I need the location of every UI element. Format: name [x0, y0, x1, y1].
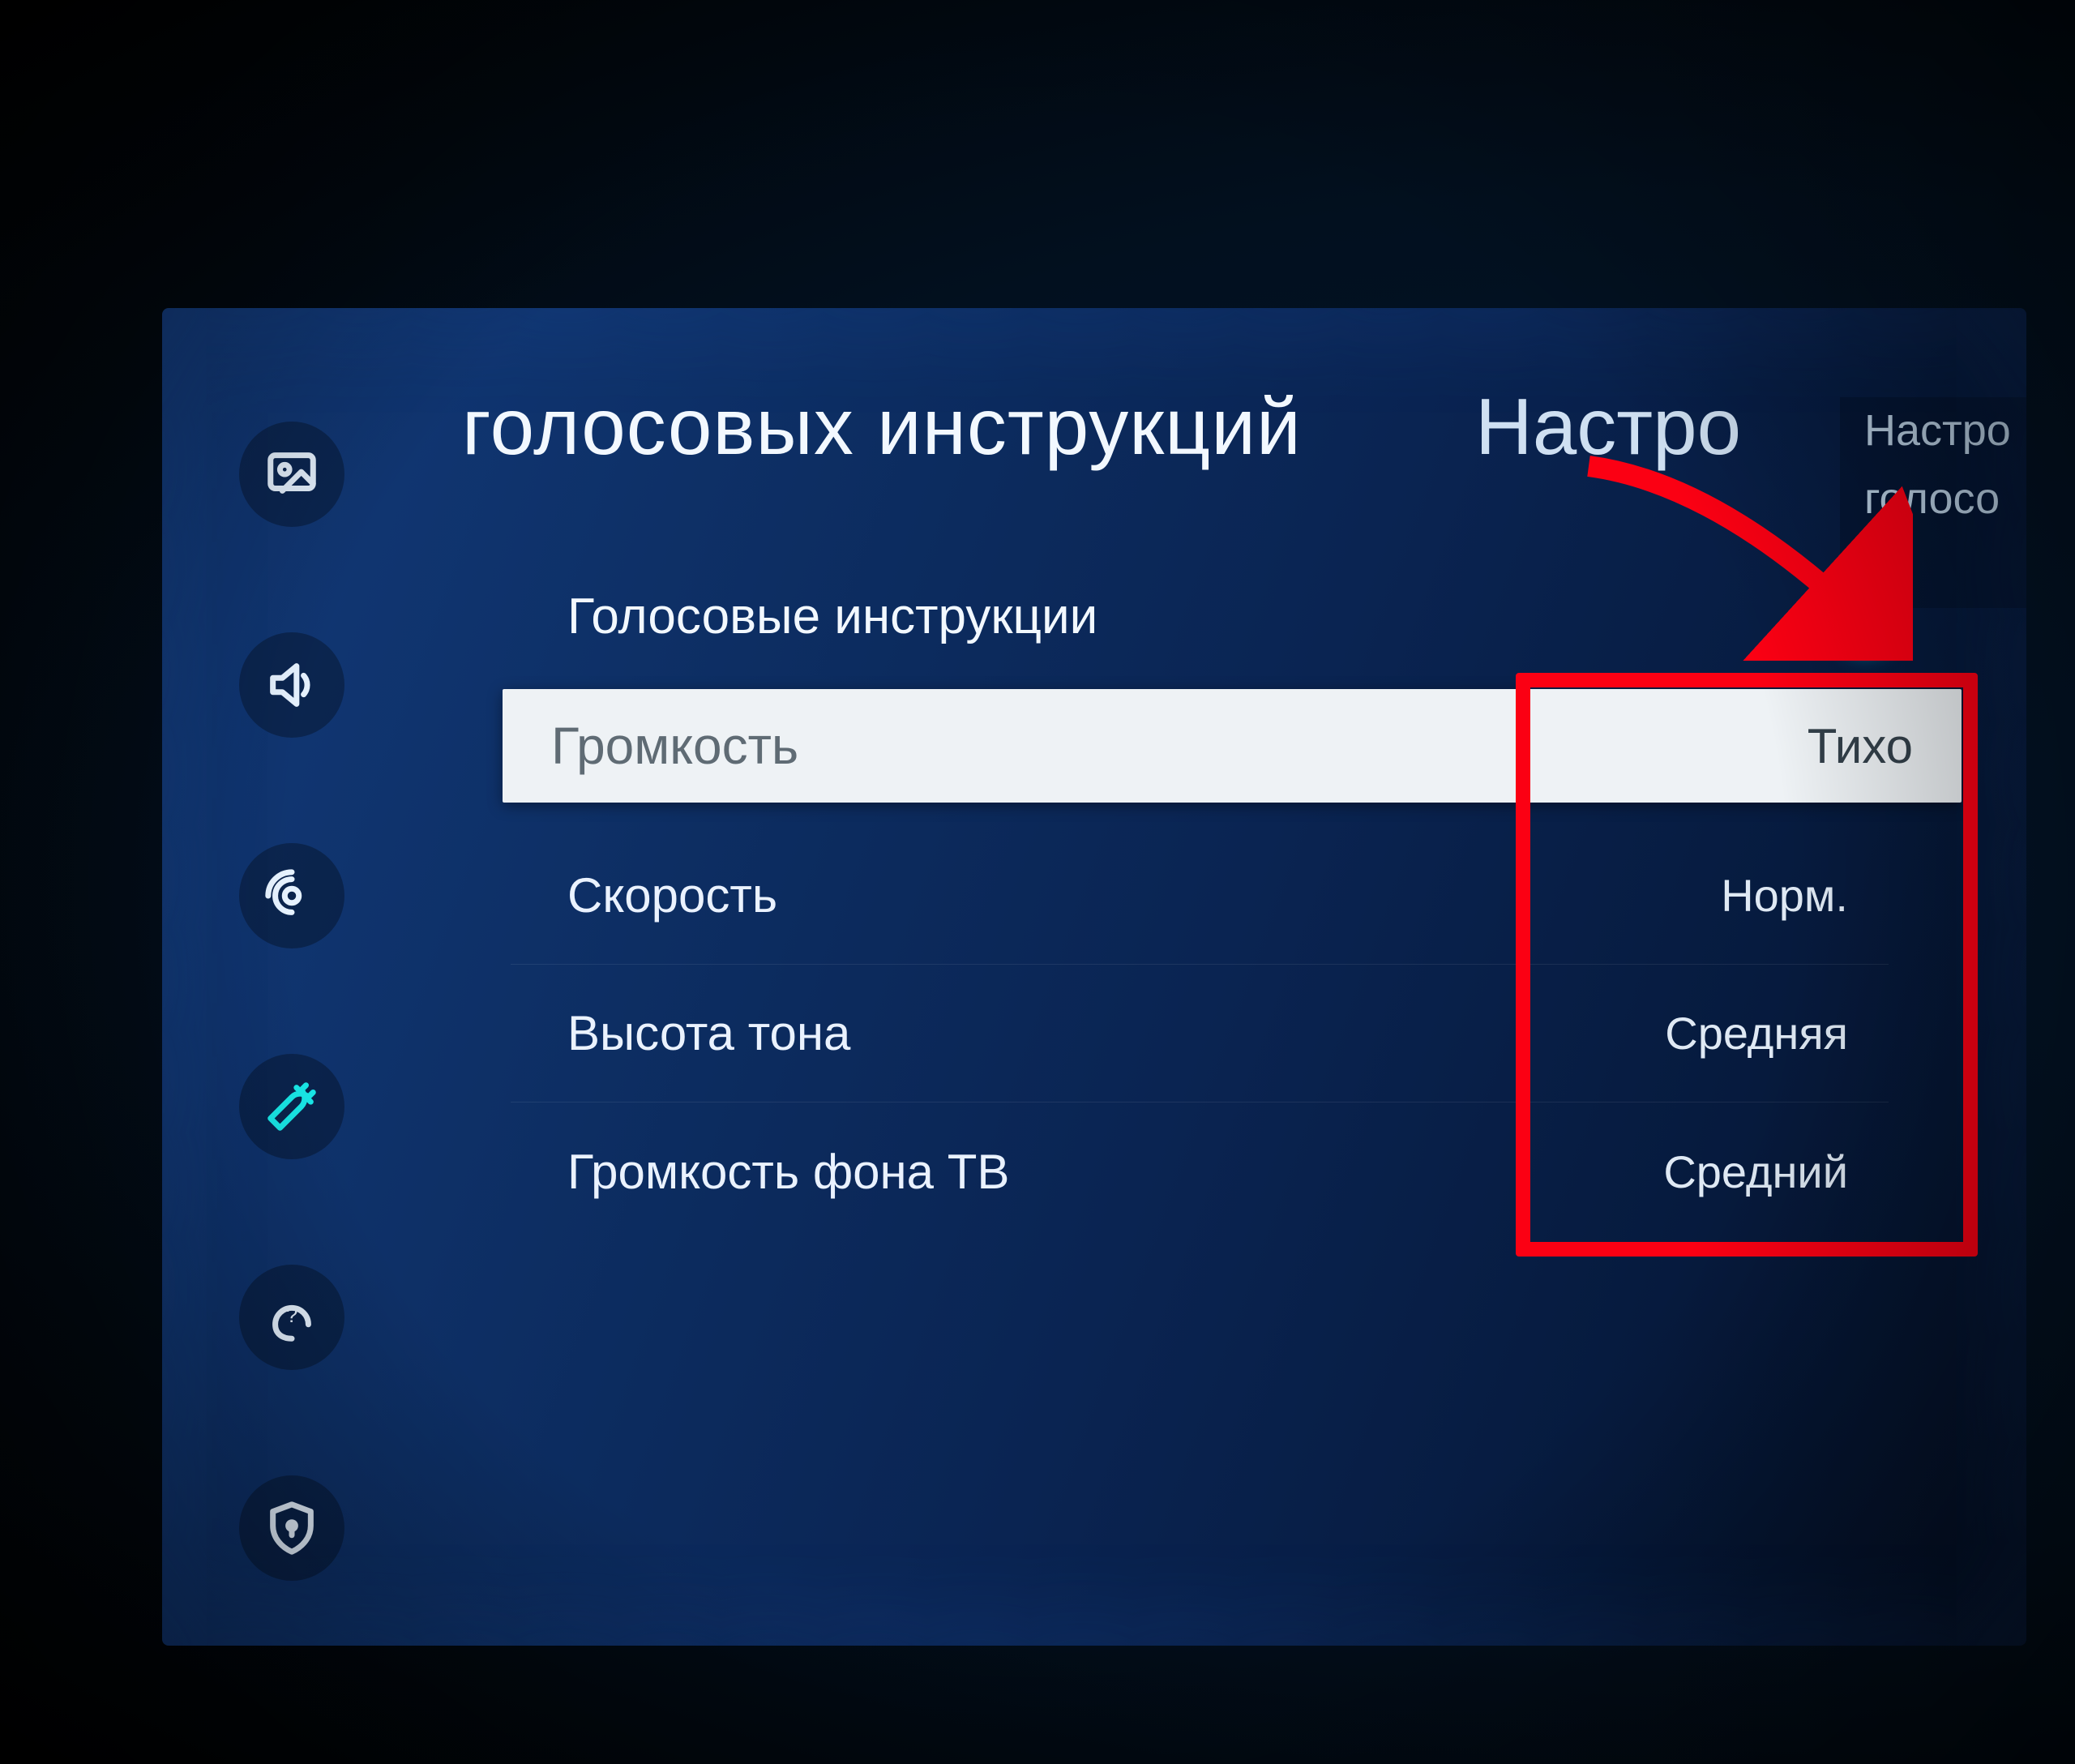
tv-screen: ? голосовых инструкций Настро Голосовые … — [162, 308, 2026, 1646]
row-speed-label: Скорость — [567, 867, 777, 923]
side-line-1: Настро — [1864, 397, 2026, 465]
side-line-2: голосо — [1864, 465, 2026, 533]
row-pitch-value: Средняя — [1665, 1007, 1848, 1060]
row-volume-selected[interactable]: Громкость Тихо — [503, 689, 1962, 803]
voice-guide-toggle-indicator[interactable] — [1843, 605, 1889, 650]
support-icon[interactable]: ? — [239, 1265, 344, 1370]
svg-text:?: ? — [286, 1303, 298, 1327]
general-icon[interactable] — [239, 1054, 344, 1159]
right-description-panel: Настро голосо — [1840, 397, 2026, 608]
voice-guide-toggle-label: Голосовые инструкции — [567, 588, 1097, 645]
page-title-left: голосовых инструкций — [462, 381, 1302, 473]
broadcast-icon[interactable] — [239, 843, 344, 948]
picture-icon[interactable] — [239, 422, 344, 527]
row-pitch-label: Высота тона — [567, 1005, 850, 1061]
row-bg-volume-value: Средний — [1663, 1145, 1848, 1198]
settings-rows: Скорость Норм. Высота тона Средняя Громк… — [511, 827, 1889, 1240]
photo-frame: ? голосовых инструкций Настро Голосовые … — [0, 0, 2075, 1764]
row-volume-value: Тихо — [1808, 718, 1913, 774]
row-volume-label: Громкость — [551, 716, 798, 776]
row-speed[interactable]: Скорость Норм. — [511, 827, 1889, 965]
row-bg-volume[interactable]: Громкость фона ТВ Средний — [511, 1102, 1889, 1240]
page-title-right: Настро — [1475, 381, 1741, 473]
row-bg-volume-label: Громкость фона ТВ — [567, 1144, 1009, 1200]
voice-guide-toggle-row[interactable]: Голосовые инструкции — [567, 567, 1897, 665]
privacy-icon[interactable] — [239, 1475, 344, 1581]
settings-sidebar: ? — [239, 422, 361, 1581]
row-pitch[interactable]: Высота тона Средняя — [511, 965, 1889, 1102]
sound-icon[interactable] — [239, 632, 344, 738]
row-speed-value: Норм. — [1721, 869, 1848, 922]
